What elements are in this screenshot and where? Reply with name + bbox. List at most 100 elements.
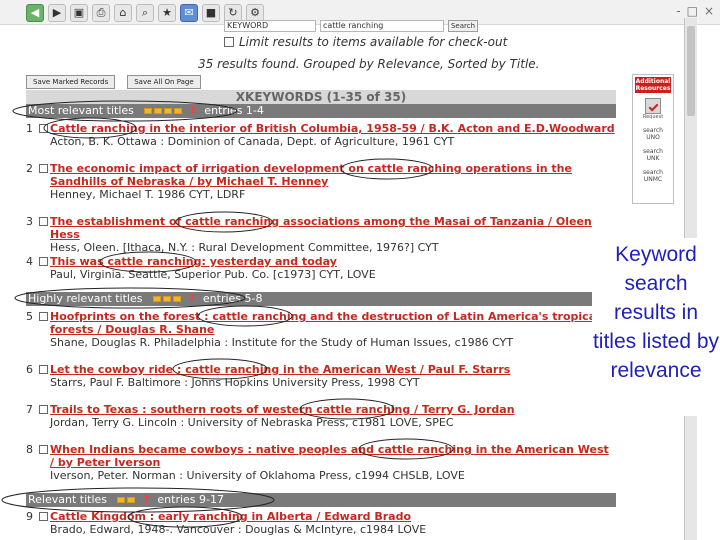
home-icon[interactable]: ⌂ [114, 4, 132, 22]
search-button[interactable]: Search [448, 20, 478, 32]
result-checkbox[interactable] [39, 365, 48, 374]
result-title-link[interactable]: The economic impact of irrigation develo… [50, 162, 616, 188]
group-header-highly-relevant: Highly relevant titles ? entries 5-8 [26, 292, 616, 306]
result-checkbox[interactable] [39, 217, 48, 226]
result-title-link[interactable]: Hoofprints on the forest : cattle ranchi… [50, 310, 616, 336]
group-entries: entries 9-17 [157, 493, 224, 506]
search-field-select[interactable]: KEYWORD [224, 20, 316, 32]
close-icon[interactable]: × [704, 4, 714, 18]
uno-label: UNO [646, 134, 660, 141]
save-all-button[interactable]: Save All On Page [127, 75, 201, 89]
result-meta: Acton, B. K. Ottawa : Dominion of Canada… [50, 135, 455, 148]
search-label: search [643, 127, 663, 134]
save-marked-button[interactable]: Save Marked Records [26, 75, 116, 89]
search-unk-link[interactable]: search UNK [633, 148, 673, 162]
mail-icon[interactable]: ✉ [180, 4, 198, 22]
result-number: 7 [26, 403, 33, 416]
search-row: KEYWORD cattle ranching Search [224, 20, 478, 32]
relevance-bars-icon [117, 497, 136, 503]
result-number: 4 [26, 255, 33, 268]
search-icon[interactable]: ⌕ [136, 4, 154, 22]
list-item: 3 The establishment of cattle ranching a… [26, 215, 616, 254]
result-checkbox[interactable] [39, 164, 48, 173]
result-meta: Shane, Douglas R. Philadelphia : Institu… [50, 336, 514, 349]
list-item: 5 Hoofprints on the forest : cattle ranc… [26, 310, 616, 349]
results-summary: 35 results found. Grouped by Relevance, … [198, 57, 540, 71]
list-item: 1 Cattle ranching in the interior of Bri… [26, 122, 616, 148]
result-number: 2 [26, 162, 33, 175]
list-item: 2 The economic impact of irrigation deve… [26, 162, 616, 201]
result-meta: Henney, Michael T. 1986 CYT, LDRF [50, 188, 246, 201]
help-icon[interactable]: ? [190, 104, 196, 118]
save-actions: Save Marked Records Save All On Page [26, 75, 201, 89]
search-unmc-link[interactable]: search UNMC [633, 169, 673, 183]
group-label: Relevant titles [28, 493, 108, 506]
help-icon[interactable]: ? [143, 493, 149, 507]
unk-label: UNK [646, 155, 660, 162]
result-number: 5 [26, 310, 33, 323]
result-meta: Hess, Oleen. [Ithaca, N.Y. : Rural Devel… [50, 241, 439, 254]
relevance-bars-icon [152, 296, 181, 302]
group-entries: entries 1-4 [204, 104, 264, 117]
result-checkbox[interactable] [39, 312, 48, 321]
history-icon[interactable]: ★ [158, 4, 176, 22]
result-number: 9 [26, 510, 33, 523]
result-meta: Paul, Virginia. Seattle, Superior Pub. C… [50, 268, 376, 281]
list-item: 9 Cattle Kingdom : early ranching in Alb… [26, 510, 616, 536]
list-item: 6 Let the cowboy ride : cattle ranching … [26, 363, 616, 389]
limit-label: Limit results to items available for che… [239, 35, 508, 49]
resource-panel: Additional Resources Request search UNO … [632, 74, 674, 204]
request-icon[interactable] [645, 98, 661, 114]
relevance-bars-icon [143, 108, 182, 114]
limit-checkbox[interactable] [224, 37, 234, 47]
result-checkbox[interactable] [39, 512, 48, 521]
result-title-link[interactable]: The establishment of cattle ranching ass… [50, 215, 616, 241]
list-item: 4 This was cattle ranching: yesterday an… [26, 255, 616, 281]
results-header: XKEYWORDS (1-35 of 35) [26, 90, 616, 104]
search-uno-link[interactable]: search UNO [633, 127, 673, 141]
result-title-link[interactable]: Let the cowboy ride : cattle ranching in… [50, 363, 616, 376]
help-icon[interactable]: ? [189, 292, 195, 306]
group-header-most-relevant: Most relevant titles ? entries 1-4 [26, 104, 616, 118]
unmc-label: UNMC [643, 176, 663, 183]
result-title-link[interactable]: This was cattle ranching: yesterday and … [50, 255, 616, 268]
additional-resources-label: Additional Resources [635, 77, 671, 93]
window-controls: - □ × [676, 4, 714, 18]
group-label: Most relevant titles [28, 104, 134, 117]
group-label: Highly relevant titles [28, 292, 143, 305]
result-number: 8 [26, 443, 33, 456]
limit-row: Limit results to items available for che… [224, 35, 507, 49]
result-checkbox[interactable] [39, 257, 48, 266]
search-input[interactable]: cattle ranching [320, 20, 444, 32]
forward-icon[interactable]: ▶ [48, 4, 66, 22]
page-icon[interactable]: ▣ [70, 4, 88, 22]
search-label: search [643, 169, 663, 176]
stop-icon[interactable]: ■ [202, 4, 220, 22]
result-meta: Brado, Edward, 1948-. Vancouver : Dougla… [50, 523, 427, 536]
back-icon[interactable]: ◀ [26, 4, 44, 22]
result-number: 3 [26, 215, 33, 228]
result-meta: Starrs, Paul F. Baltimore : Johns Hopkin… [50, 376, 420, 389]
result-meta: Jordan, Terry G. Lincoln : University of… [50, 416, 454, 429]
result-checkbox[interactable] [39, 445, 48, 454]
result-title-link[interactable]: When Indians became cowboys : native peo… [50, 443, 616, 469]
result-number: 1 [26, 122, 33, 135]
list-item: 8 When Indians became cowboys : native p… [26, 443, 616, 482]
result-checkbox[interactable] [39, 124, 48, 133]
request-label: Request [642, 114, 664, 120]
maximize-icon[interactable]: □ [687, 4, 698, 18]
search-label: search [643, 148, 663, 155]
list-item: 7 Trails to Texas : southern roots of we… [26, 403, 616, 429]
result-title-link[interactable]: Cattle ranching in the interior of Briti… [50, 122, 616, 135]
result-meta: Iverson, Peter. Norman : University of O… [50, 469, 465, 482]
minimize-icon[interactable]: - [676, 4, 680, 18]
result-title-link[interactable]: Cattle Kingdom : early ranching in Alber… [50, 510, 616, 523]
scrollbar-thumb[interactable] [687, 26, 695, 116]
result-checkbox[interactable] [39, 405, 48, 414]
result-title-link[interactable]: Trails to Texas : southern roots of west… [50, 403, 616, 416]
group-entries: entries 5-8 [202, 292, 263, 305]
annotation-callout: Keyword search results in titles listed … [592, 238, 720, 416]
group-header-relevant: Relevant titles ? entries 9-17 [26, 493, 616, 507]
print-icon[interactable]: ⎙ [92, 4, 110, 22]
result-number: 6 [26, 363, 33, 376]
